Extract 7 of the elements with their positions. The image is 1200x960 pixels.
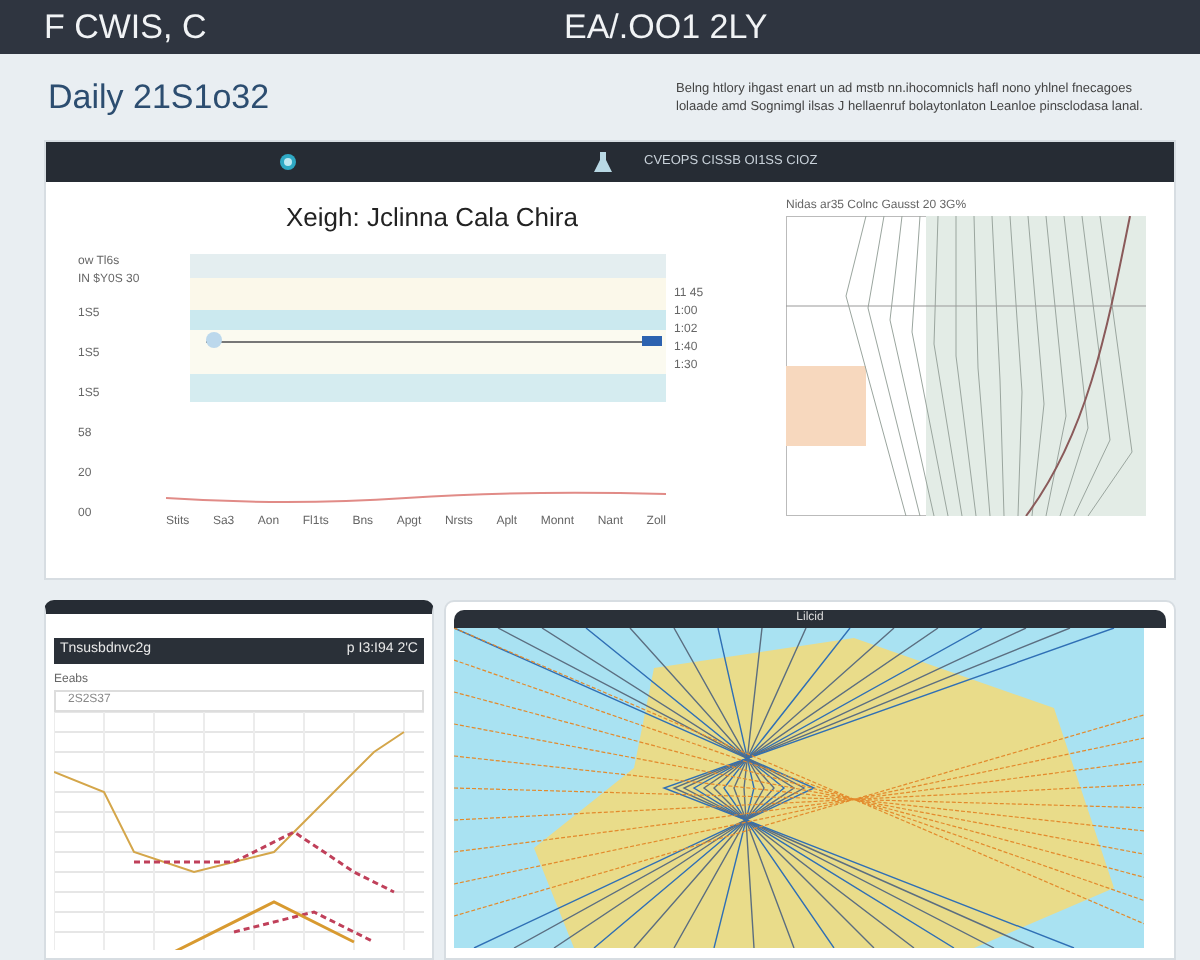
line-end-marker (642, 335, 662, 345)
header-text: EA/.OO1 2LY (564, 5, 768, 49)
chart-title: Xeigh: Jclinna Cala Chira (284, 200, 580, 236)
page-title: Daily 21S1o32 (48, 75, 270, 120)
line-start-point (206, 331, 222, 347)
circle-icon (278, 152, 298, 172)
app-title: F CWIS, C (44, 5, 209, 49)
